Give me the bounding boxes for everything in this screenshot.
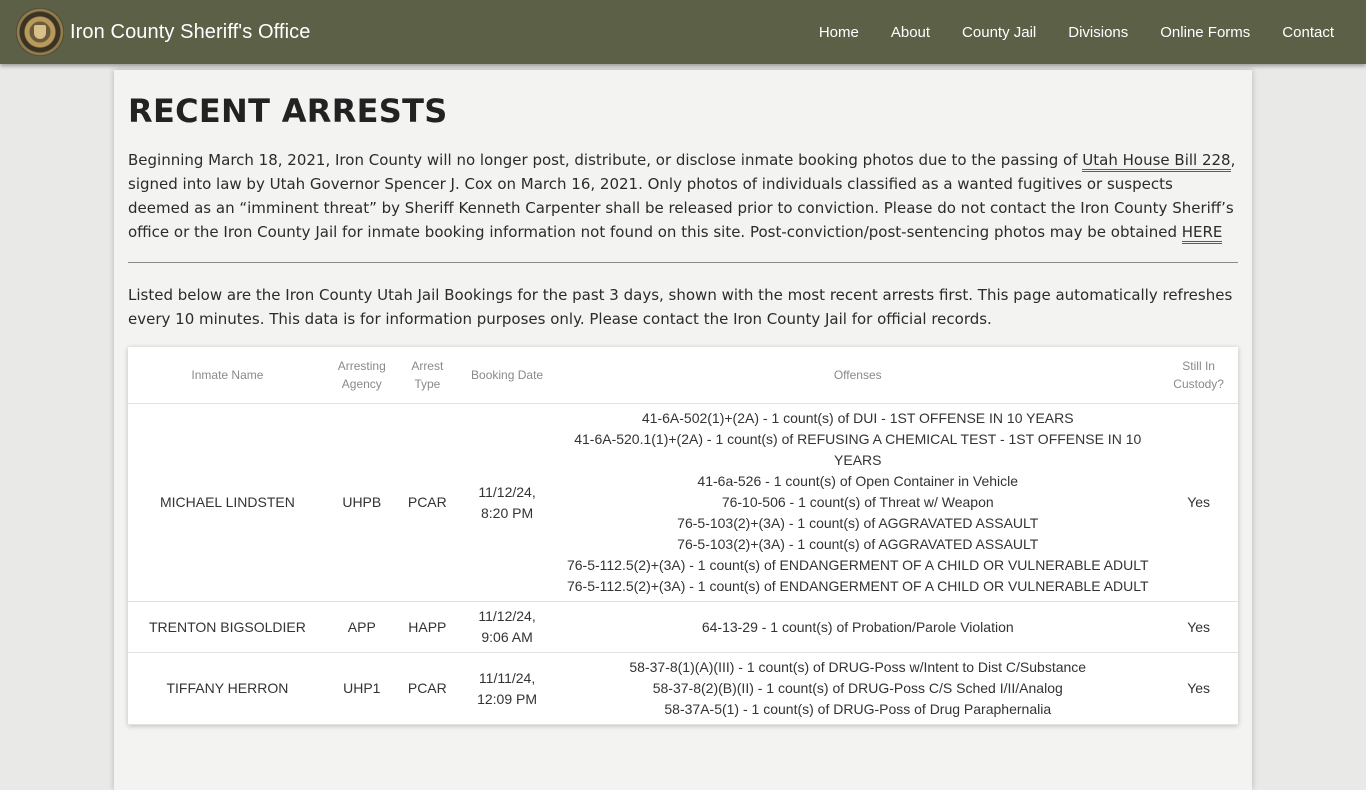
col-inmate-name[interactable]: Inmate Name	[128, 347, 327, 404]
col-offenses[interactable]: Offenses	[556, 347, 1160, 404]
arrest-type: HAPP	[396, 601, 458, 653]
notice-text-1: Beginning March 18, 2021, Iron County wi…	[128, 151, 1083, 169]
divider	[128, 262, 1238, 263]
content-panel: RECENT ARRESTS Beginning March 18, 2021,…	[114, 70, 1252, 790]
inmate-name: TRENTON BIGSOLDIER	[128, 601, 327, 653]
bookings-table-card: Inmate Name Arresting Agency Arrest Type…	[128, 347, 1238, 725]
table-row: TIFFANY HERRON UHP1 PCAR 11/11/24, 12:09…	[128, 652, 1238, 725]
offense-item: 58-37-8(1)(A)(III) - 1 count(s) of DRUG-…	[629, 659, 1087, 675]
arrest-type: PCAR	[396, 652, 458, 725]
sheriff-badge-icon	[16, 8, 64, 56]
inmate-name: MICHAEL LINDSTEN	[128, 403, 327, 602]
offense-item: 76-10-506 - 1 count(s) of Threat w/ Weap…	[721, 494, 994, 510]
arresting-agency: APP	[326, 601, 397, 653]
house-bill-link[interactable]: Utah House Bill 228	[1082, 151, 1231, 172]
arresting-agency: UHPB	[326, 403, 397, 602]
col-still-in-custody[interactable]: Still In Custody?	[1159, 347, 1238, 404]
bookings-table: Inmate Name Arresting Agency Arrest Type…	[128, 347, 1238, 725]
booking-date: 11/12/24, 8:20 PM	[457, 403, 557, 602]
table-row: TRENTON BIGSOLDIER APP HAPP 11/12/24, 9:…	[128, 601, 1238, 653]
offenses-cell: 58-37-8(1)(A)(III) - 1 count(s) of DRUG-…	[556, 652, 1160, 725]
col-booking-date[interactable]: Booking Date	[457, 347, 557, 404]
custody-status: Yes	[1159, 601, 1238, 653]
custody-status: Yes	[1159, 403, 1238, 602]
offense-item: 58-37A-5(1) - 1 count(s) of DRUG-Poss of…	[664, 701, 1052, 717]
page-title: RECENT ARRESTS	[128, 92, 448, 130]
arrest-type: PCAR	[396, 403, 458, 602]
nav-contact[interactable]: Contact	[1266, 24, 1350, 41]
nav-home[interactable]: Home	[803, 24, 875, 41]
top-navbar: Iron County Sheriff's Office Home About …	[0, 0, 1366, 64]
offenses-cell: 64-13-29 - 1 count(s) of Probation/Parol…	[556, 601, 1160, 653]
nav-online-forms[interactable]: Online Forms	[1144, 24, 1266, 41]
photo-notice: Beginning March 18, 2021, Iron County wi…	[128, 148, 1238, 244]
booking-date: 11/11/24, 12:09 PM	[457, 652, 557, 725]
site-title: Iron County Sheriff's Office	[70, 20, 311, 43]
offense-item: 76-5-112.5(2)+(3A) - 1 count(s) of ENDAN…	[566, 578, 1149, 594]
inmate-name: TIFFANY HERRON	[128, 652, 327, 725]
table-row: MICHAEL LINDSTEN UHPB PCAR 11/12/24, 8:2…	[128, 403, 1238, 602]
booking-date: 11/12/24, 9:06 AM	[457, 601, 557, 653]
custody-status: Yes	[1159, 652, 1238, 725]
photos-here-link[interactable]: HERE	[1181, 223, 1223, 244]
content-inner: RECENT ARRESTS Beginning March 18, 2021,…	[128, 92, 1238, 725]
nav-about[interactable]: About	[875, 24, 946, 41]
offense-item: 41-6A-520.1(1)+(2A) - 1 count(s) of REFU…	[574, 431, 1142, 468]
offense-item: 58-37-8(2)(B)(II) - 1 count(s) of DRUG-P…	[652, 680, 1063, 696]
offense-item: 41-6a-526 - 1 count(s) of Open Container…	[697, 473, 1019, 489]
col-arrest-type[interactable]: Arrest Type	[396, 347, 458, 404]
bookings-intro: Listed below are the Iron County Utah Ja…	[128, 286, 1233, 328]
offense-item: 76-5-103(2)+(3A) - 1 count(s) of AGGRAVA…	[677, 515, 1039, 531]
offense-item: 76-5-112.5(2)+(3A) - 1 count(s) of ENDAN…	[566, 557, 1149, 573]
arresting-agency: UHP1	[326, 652, 397, 725]
nav-county-jail[interactable]: County Jail	[946, 24, 1052, 41]
offense-item: 41-6A-502(1)+(2A) - 1 count(s) of DUI - …	[641, 410, 1074, 426]
main-nav: Home About County Jail Divisions Online …	[803, 0, 1350, 64]
table-header-row: Inmate Name Arresting Agency Arrest Type…	[128, 347, 1238, 404]
nav-divisions[interactable]: Divisions	[1052, 24, 1144, 41]
offenses-cell: 41-6A-502(1)+(2A) - 1 count(s) of DUI - …	[556, 403, 1160, 602]
offense-item: 64-13-29 - 1 count(s) of Probation/Parol…	[701, 618, 1014, 635]
col-arresting-agency[interactable]: Arresting Agency	[326, 347, 397, 404]
offense-item: 76-5-103(2)+(3A) - 1 count(s) of AGGRAVA…	[677, 536, 1039, 552]
brand[interactable]: Iron County Sheriff's Office	[16, 8, 310, 56]
